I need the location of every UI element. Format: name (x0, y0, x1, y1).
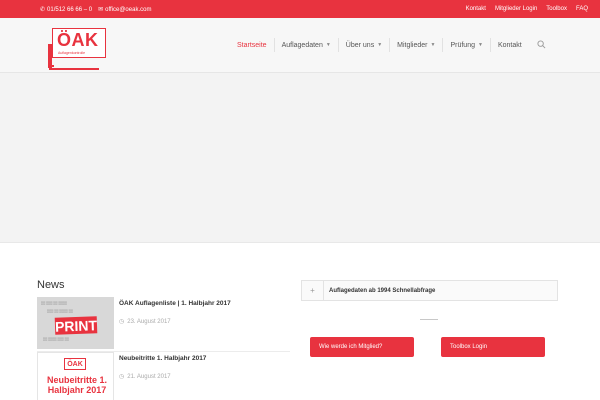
nav-label: Mitglieder (397, 41, 428, 49)
nav-item-kontakt[interactable]: Kontakt (491, 38, 529, 52)
nav-item-mitglieder[interactable]: Mitglieder ▼ (390, 38, 444, 52)
clock-icon: ◷ (119, 374, 125, 380)
news-thumbnail[interactable]: ▒▒ ▒▒▒ ▒▒ ▒▒▒▒ ▒▒▒ ▒▒ ▒▒▒▒ ▒▒ ▒▒ ▒▒▒▒ ▒▒… (37, 297, 114, 349)
clock-icon: ◷ (119, 319, 125, 325)
news-date: ◷ 23. August 2017 (119, 318, 171, 326)
email-link[interactable]: ✉ office@oeak.com (98, 6, 152, 14)
phone-icon: ✆ (40, 7, 46, 13)
top-bar: ✆ 01/512 66 66 – 0 ✉ office@oeak.com Kon… (0, 0, 600, 22)
news-title[interactable]: Neubeitritte 1. Halbjahr 2017 (119, 355, 206, 362)
nav-label: Startseite (237, 41, 267, 49)
nav-label: Auflagedaten (281, 41, 323, 49)
chevron-down-icon: ▼ (377, 42, 383, 48)
news-date: ◷ 21. August 2017 (119, 373, 171, 381)
nav-item-pruefung[interactable]: Prüfung ▼ (443, 38, 491, 52)
nav-item-startseite[interactable]: Startseite (230, 38, 275, 52)
nav-label: Über uns (345, 41, 375, 49)
thumb-logo: ÖAK (64, 358, 86, 370)
accordion-label: Auflagedaten ab 1994 Schnellabfrage (329, 287, 436, 294)
nav-label: Prüfung (450, 41, 475, 49)
toolbox-login-button[interactable]: Toolbox Login (441, 337, 545, 357)
thumb-headline: Neubeitritte 1. Halbjahr 2017 (46, 375, 107, 395)
list-item[interactable]: ▒▒ ▒▒▒ ▒▒ ▒▒▒▒ ▒▒▒ ▒▒ ▒▒▒▒ ▒▒ ▒▒ ▒▒▒▒ ▒▒… (37, 297, 290, 352)
top-link-faq[interactable]: FAQ (576, 6, 588, 12)
contact-info: ✆ 01/512 66 66 – 0 ✉ office@oeak.com (40, 6, 152, 14)
logo-tagline: Auflagenkontrolle (58, 51, 86, 55)
nav-label: Kontakt (497, 41, 522, 49)
phone-link[interactable]: ✆ 01/512 66 66 – 0 (40, 6, 93, 14)
list-item[interactable]: ÖAK Neubeitritte 1. Halbjahr 2017 Neubei… (37, 352, 290, 400)
chevron-down-icon: ▼ (478, 42, 483, 48)
main-nav: Startseite Auflagedaten ▼ Über uns ▼ Mit… (230, 38, 529, 52)
chevron-down-icon: ▼ (430, 42, 436, 48)
logo-word: ÖAK (57, 30, 99, 50)
top-link-kontakt[interactable]: Kontakt (466, 6, 486, 12)
site-header: ÖAK Auflagenkontrolle Startseite Auflage… (0, 18, 600, 73)
divider (420, 319, 438, 320)
news-list: ▒▒ ▒▒▒ ▒▒ ▒▒▒▒ ▒▒▒ ▒▒ ▒▒▒▒ ▒▒ ▒▒ ▒▒▒▒ ▒▒… (37, 297, 290, 400)
plus-icon[interactable]: + (302, 281, 324, 300)
nav-item-ueber-uns[interactable]: Über uns ▼ (339, 38, 391, 52)
hero-banner (0, 73, 600, 243)
news-date-text: 21. August 2017 (127, 373, 171, 380)
thumb-print-word: PRINT (54, 316, 98, 335)
mail-icon: ✉ (98, 7, 104, 13)
nav-item-auflagedaten[interactable]: Auflagedaten ▼ (275, 38, 339, 52)
member-button[interactable]: Wie werde ich Mitglied? (310, 337, 414, 357)
search-icon[interactable] (537, 40, 546, 49)
top-links: Kontakt Mitglieder Login Toolbox FAQ (466, 6, 588, 12)
accordion-schnellabfrage[interactable]: + Auflagedaten ab 1994 Schnellabfrage (301, 280, 558, 301)
phone-number: 01/512 66 66 – 0 (47, 6, 93, 13)
top-link-toolbox[interactable]: Toolbox (546, 6, 567, 12)
news-title[interactable]: ÖAK Auflagenliste | 1. Halbjahr 2017 (119, 300, 231, 307)
email-address: office@oeak.com (105, 6, 152, 13)
news-heading: News (37, 279, 65, 291)
chevron-down-icon: ▼ (325, 42, 331, 48)
top-link-mitglieder-login[interactable]: Mitglieder Login (495, 6, 537, 12)
news-thumbnail[interactable]: ÖAK Neubeitritte 1. Halbjahr 2017 (37, 352, 114, 400)
site-logo[interactable]: ÖAK Auflagenkontrolle (48, 28, 108, 70)
news-date-text: 23. August 2017 (127, 318, 171, 325)
